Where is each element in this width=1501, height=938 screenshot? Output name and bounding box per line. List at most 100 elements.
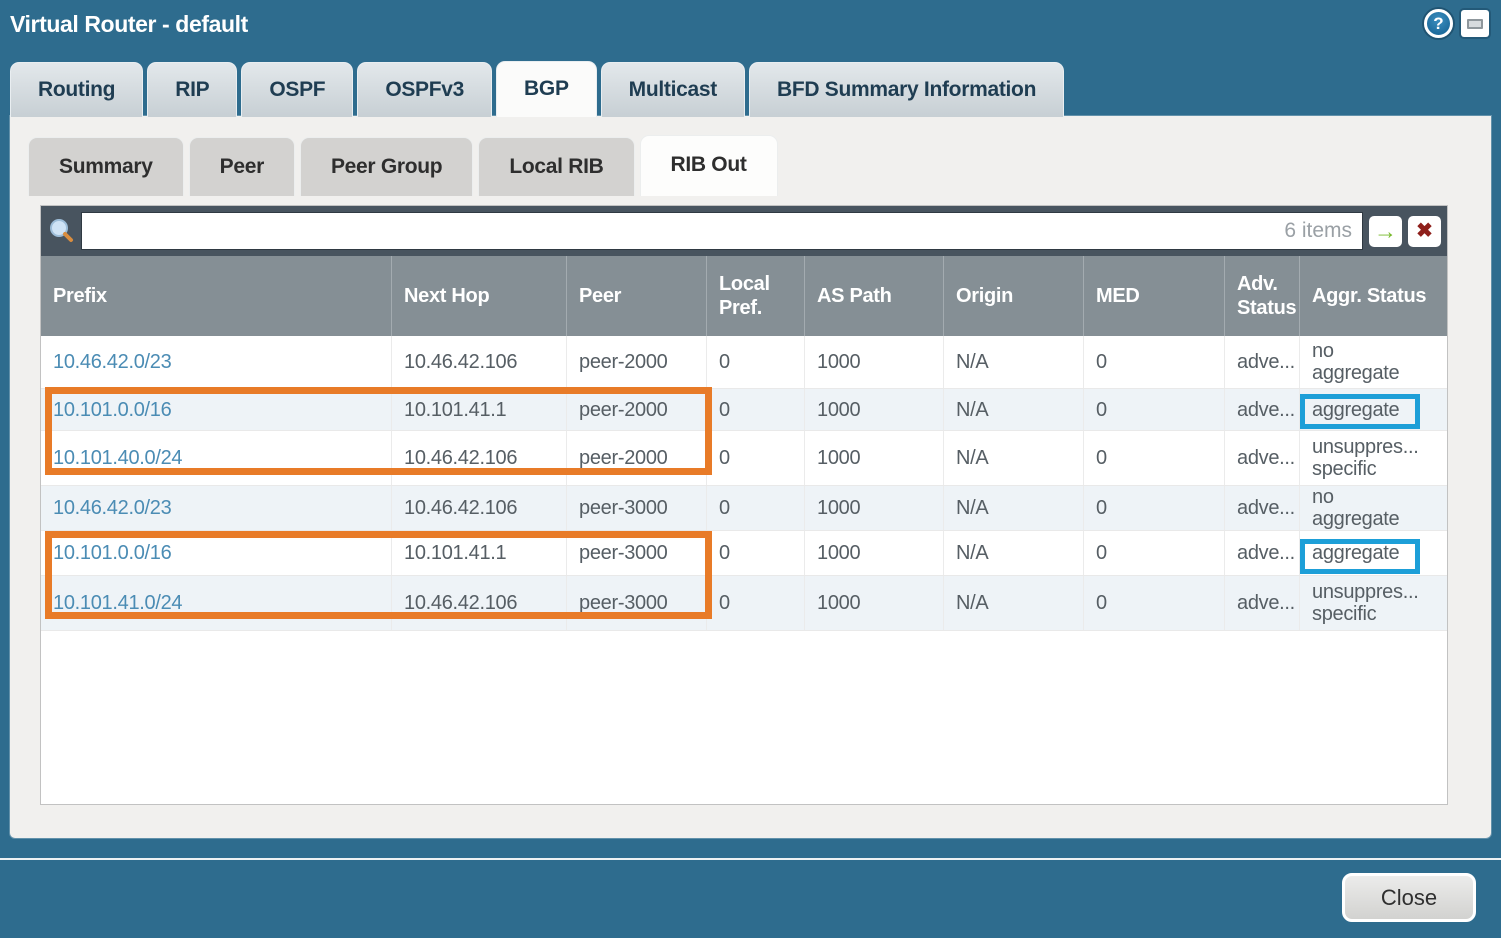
subtab-peer-group[interactable]: Peer Group	[300, 137, 473, 196]
tab-ospf[interactable]: OSPF	[241, 62, 353, 117]
next-hop-cell: 10.101.41.1	[391, 531, 566, 575]
med-cell: 0	[1083, 531, 1224, 575]
next-hop-cell: 10.46.42.106	[391, 486, 566, 530]
origin-cell: N/A	[943, 531, 1083, 575]
local-pref-cell: 0	[706, 431, 804, 485]
peer-cell: peer-3000	[566, 531, 706, 575]
next-hop-cell: 10.46.42.106	[391, 576, 566, 630]
prefix-cell[interactable]: 10.46.42.0/23	[41, 486, 391, 530]
subtab-rib-out[interactable]: RIB Out	[640, 135, 778, 196]
column-header-aggr-status[interactable]: Aggr. Status	[1299, 256, 1447, 336]
red-x-icon: ✖	[1416, 221, 1433, 241]
column-header-prefix[interactable]: Prefix	[41, 256, 391, 336]
column-header-peer[interactable]: Peer	[566, 256, 706, 336]
table-row: 10.46.42.0/23 10.46.42.106 peer-2000 0 1…	[41, 336, 1447, 389]
clear-filter-button[interactable]: ✖	[1408, 216, 1441, 247]
prefix-cell[interactable]: 10.101.41.0/24	[41, 576, 391, 630]
help-icon[interactable]: ?	[1424, 9, 1453, 38]
peer-cell: peer-2000	[566, 336, 706, 388]
as-path-cell: 1000	[804, 486, 943, 530]
table-header-row: Prefix Next Hop Peer Local Pref. AS Path…	[41, 256, 1447, 336]
adv-status-cell: adve...	[1224, 336, 1299, 388]
column-header-adv-status[interactable]: Adv. Status	[1224, 256, 1299, 336]
search-icon	[47, 217, 75, 245]
peer-cell: peer-2000	[566, 431, 706, 485]
search-input[interactable]	[82, 213, 1362, 249]
origin-cell: N/A	[943, 389, 1083, 430]
local-pref-cell: 0	[706, 389, 804, 430]
aggr-status-cell: no aggregate	[1299, 486, 1447, 530]
adv-status-cell: adve...	[1224, 389, 1299, 430]
med-cell: 0	[1083, 389, 1224, 430]
aggr-status-cell: unsuppres... specific	[1299, 576, 1447, 630]
adv-status-cell: adve...	[1224, 576, 1299, 630]
as-path-cell: 1000	[804, 531, 943, 575]
tab-rip[interactable]: RIP	[147, 62, 237, 117]
window-glyph	[1467, 19, 1483, 29]
table-row: 10.101.0.0/16 10.101.41.1 peer-2000 0 10…	[41, 389, 1447, 431]
as-path-cell: 1000	[804, 431, 943, 485]
local-pref-cell: 0	[706, 336, 804, 388]
med-cell: 0	[1083, 336, 1224, 388]
subtab-summary[interactable]: Summary	[28, 137, 184, 196]
aggr-status-cell: no aggregate	[1299, 336, 1447, 388]
med-cell: 0	[1083, 431, 1224, 485]
column-header-local-pref[interactable]: Local Pref.	[706, 256, 804, 336]
search-field: 6 items	[81, 212, 1363, 250]
column-header-origin[interactable]: Origin	[943, 256, 1083, 336]
peer-cell: peer-2000	[566, 389, 706, 430]
prefix-cell[interactable]: 10.46.42.0/23	[41, 336, 391, 388]
green-arrow-icon: →	[1374, 220, 1397, 243]
local-pref-cell: 0	[706, 531, 804, 575]
local-pref-cell: 0	[706, 486, 804, 530]
apply-filter-button[interactable]: →	[1369, 216, 1402, 247]
prefix-cell[interactable]: 10.101.0.0/16	[41, 531, 391, 575]
close-button[interactable]: Close	[1342, 873, 1476, 922]
peer-cell: peer-3000	[566, 486, 706, 530]
aggr-status-cell: aggregate	[1299, 531, 1447, 575]
aggr-status-cell: aggregate	[1299, 389, 1447, 430]
subtab-peer[interactable]: Peer	[189, 137, 295, 196]
sub-tab-bar: Summary Peer Peer Group Local RIB RIB Ou…	[28, 135, 778, 196]
as-path-cell: 1000	[804, 336, 943, 388]
table-row: 10.101.40.0/24 10.46.42.106 peer-2000 0 …	[41, 431, 1447, 486]
origin-cell: N/A	[943, 336, 1083, 388]
aggr-status-cell: unsuppres... specific	[1299, 431, 1447, 485]
column-header-med[interactable]: MED	[1083, 256, 1224, 336]
next-hop-cell: 10.46.42.106	[391, 431, 566, 485]
main-tab-bar: Routing RIP OSPF OSPFv3 BGP Multicast BF…	[10, 61, 1064, 117]
next-hop-cell: 10.46.42.106	[391, 336, 566, 388]
adv-status-cell: adve...	[1224, 486, 1299, 530]
med-cell: 0	[1083, 576, 1224, 630]
tab-ospfv3[interactable]: OSPFv3	[357, 62, 492, 117]
peer-cell: peer-3000	[566, 576, 706, 630]
as-path-cell: 1000	[804, 389, 943, 430]
origin-cell: N/A	[943, 486, 1083, 530]
origin-cell: N/A	[943, 576, 1083, 630]
subtab-local-rib[interactable]: Local RIB	[478, 137, 634, 196]
search-bar: 6 items → ✖	[41, 206, 1447, 256]
next-hop-cell: 10.101.41.1	[391, 389, 566, 430]
footer-divider	[0, 858, 1501, 860]
table-row: 10.101.0.0/16 10.101.41.1 peer-3000 0 10…	[41, 531, 1447, 576]
popout-window-icon[interactable]	[1461, 10, 1489, 37]
help-glyph: ?	[1433, 14, 1443, 34]
prefix-cell[interactable]: 10.101.40.0/24	[41, 431, 391, 485]
table-row: 10.46.42.0/23 10.46.42.106 peer-3000 0 1…	[41, 486, 1447, 531]
dialog-title: Virtual Router - default	[10, 11, 248, 38]
rib-out-grid: 6 items → ✖ Prefix Next Hop Peer Local P…	[40, 205, 1448, 805]
tab-bfd-summary-information[interactable]: BFD Summary Information	[749, 62, 1064, 117]
table-row: 10.101.41.0/24 10.46.42.106 peer-3000 0 …	[41, 576, 1447, 631]
tab-multicast[interactable]: Multicast	[601, 62, 745, 117]
adv-status-cell: adve...	[1224, 431, 1299, 485]
tab-bgp[interactable]: BGP	[496, 61, 597, 117]
column-header-as-path[interactable]: AS Path	[804, 256, 943, 336]
local-pref-cell: 0	[706, 576, 804, 630]
adv-status-cell: adve...	[1224, 531, 1299, 575]
prefix-cell[interactable]: 10.101.0.0/16	[41, 389, 391, 430]
as-path-cell: 1000	[804, 576, 943, 630]
med-cell: 0	[1083, 486, 1224, 530]
tab-routing[interactable]: Routing	[10, 62, 143, 117]
origin-cell: N/A	[943, 431, 1083, 485]
column-header-next-hop[interactable]: Next Hop	[391, 256, 566, 336]
